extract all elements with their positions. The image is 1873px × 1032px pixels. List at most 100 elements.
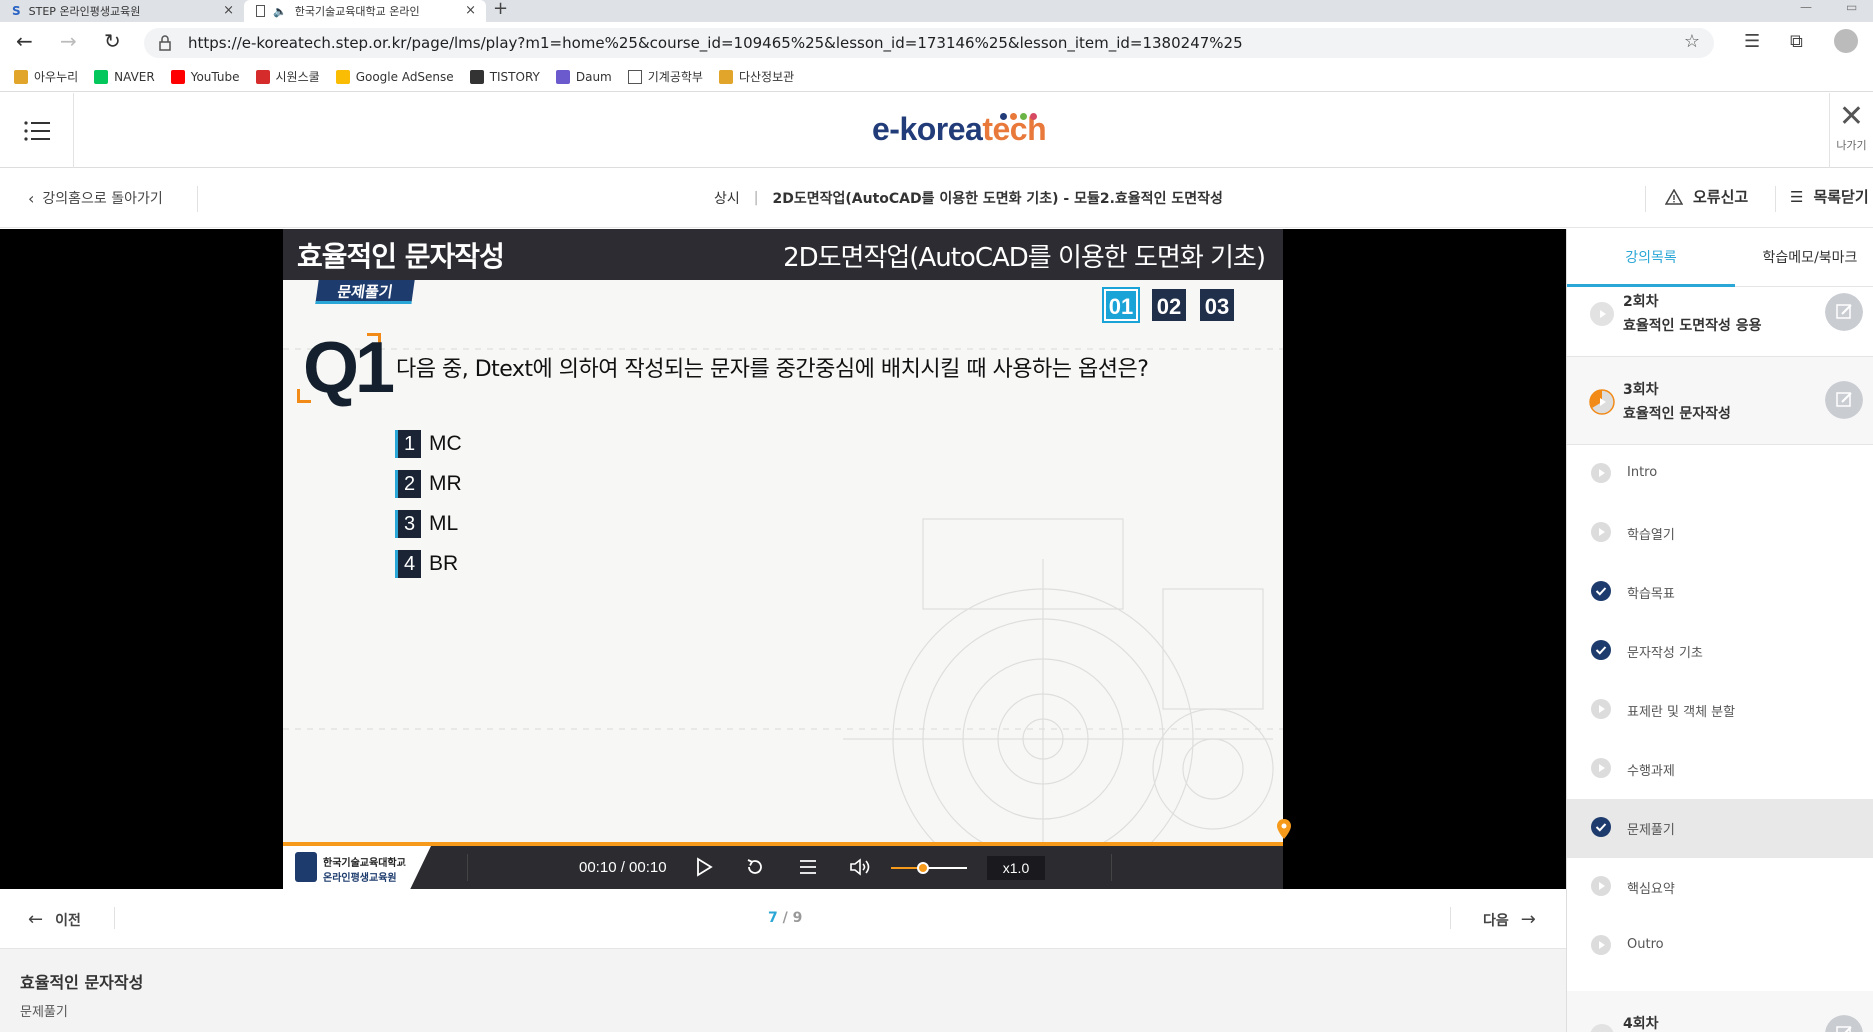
new-tab-button[interactable]: + <box>493 0 508 18</box>
volume-icon[interactable] <box>849 857 873 877</box>
answer-option[interactable]: 2 MR <box>395 469 462 499</box>
site-header: e-koreatech ✕ 나가기 <box>0 93 1873 168</box>
memo-edit-icon[interactable] <box>1825 1015 1863 1032</box>
memo-edit-icon[interactable] <box>1825 381 1863 419</box>
bookmark-item[interactable]: YouTube <box>170 69 240 84</box>
progress-marker-icon[interactable] <box>1277 819 1291 839</box>
bookmark-item[interactable]: 다산정보관 <box>718 68 795 85</box>
bookmark-item[interactable]: 시원스쿨 <box>255 68 320 85</box>
sidebar-item-label: 학습열기 <box>1627 528 1675 543</box>
report-error-button[interactable]: 오류신고 <box>1665 186 1748 207</box>
sidebar-item-label: 문제풀기 <box>1627 823 1675 838</box>
maximize-icon[interactable]: ▭ <box>1846 0 1857 14</box>
answer-option[interactable]: 3 ML <box>395 509 462 539</box>
play-circle-icon <box>1591 758 1611 778</box>
minimize-icon[interactable]: — <box>1800 0 1812 14</box>
browser-tab-koreatech[interactable]: 🔈 한국기술교육대학교 온라인 × <box>244 0 486 22</box>
collections-icon[interactable]: ⧉ <box>1790 31 1803 52</box>
video-frame[interactable]: 효율적인 문자작성 2D도면작업(AutoCAD를 이용한 도면화 기초) 문제… <box>283 229 1283 889</box>
browser-tab-step[interactable]: S STEP 온라인평생교육원 × <box>0 0 244 22</box>
play-icon[interactable] <box>695 857 713 877</box>
divider <box>1450 907 1451 929</box>
sidebar-chapter[interactable]: 4회차도면층 및 출력 <box>1567 991 1873 1032</box>
next-label: 다음 <box>1483 912 1509 929</box>
brand-line-1: 한국기술교육대학교 <box>323 858 406 869</box>
question-tab-01[interactable]: 01 <box>1102 287 1140 323</box>
forward-arrow-icon[interactable]: → <box>60 31 77 51</box>
exit-button[interactable]: ✕ 나가기 <box>1829 93 1873 168</box>
bookmark-label: 다산정보관 <box>738 70 795 84</box>
question-tab-03[interactable]: 03 <box>1200 289 1234 321</box>
university-emblem-icon <box>295 852 317 882</box>
check-circle-icon <box>1591 640 1611 660</box>
back-arrow-icon[interactable]: ← <box>16 31 33 51</box>
bookmark-item[interactable]: Google AdSense <box>335 69 454 84</box>
reload-icon[interactable]: ↻ <box>104 31 121 51</box>
volume-slider[interactable] <box>891 862 967 874</box>
sidebar-item[interactable]: 표제란 및 객체 분할 <box>1567 681 1873 740</box>
favorites-icon[interactable]: ☰ <box>1744 31 1760 52</box>
question-tab-02[interactable]: 02 <box>1152 289 1186 321</box>
bookmark-item[interactable]: 아우누리 <box>14 68 78 85</box>
answer-option[interactable]: 4 BR <box>395 549 462 579</box>
breadcrumb-category: 상시 <box>714 191 740 207</box>
play-circle-icon <box>1591 522 1611 542</box>
answer-options: 1 MC 2 MR 3 ML 4 BR <box>395 429 462 589</box>
playback-speed-button[interactable]: x1.0 <box>987 856 1045 880</box>
bookmark-star-icon[interactable]: ☆ <box>1684 31 1700 52</box>
sidebar-item-label: 학습목표 <box>1627 587 1675 602</box>
close-list-button[interactable]: ☰ 목록닫기 <box>1790 186 1869 207</box>
profile-avatar[interactable] <box>1834 29 1858 53</box>
replay-icon[interactable] <box>745 857 765 877</box>
lesson-pagination: ← 이전 7 / 9 다음 → <box>0 889 1566 949</box>
tistory-icon <box>469 69 484 84</box>
sidebar-item[interactable]: Outro <box>1567 917 1873 976</box>
answer-option[interactable]: 1 MC <box>395 429 462 459</box>
sidebar-item[interactable]: 수행과제 <box>1567 740 1873 799</box>
play-circle-icon <box>1591 876 1611 896</box>
sidebar-item[interactable]: 문자작성 기초 <box>1567 622 1873 681</box>
logo-dots <box>1000 113 1037 120</box>
brand-line-2: 온라인평생교육원 <box>323 873 397 884</box>
sidebar-chapter[interactable]: 2회차 효율적인 도면작성 응용 <box>1567 269 1873 357</box>
divider <box>1111 854 1112 881</box>
question-number-tabs: 01 02 03 <box>1102 287 1234 323</box>
url-field[interactable]: https://e-koreatech.step.or.kr/page/lms/… <box>144 28 1714 58</box>
prev-button[interactable]: ← 이전 <box>28 909 81 930</box>
tab-close-icon[interactable]: × <box>465 3 476 18</box>
close-icon: ✕ <box>1838 99 1865 134</box>
sidebar-item[interactable]: 문제풀기 <box>1567 799 1873 858</box>
menu-button[interactable] <box>0 93 74 168</box>
question-mark: Q1 <box>297 328 395 411</box>
memo-edit-icon[interactable] <box>1825 293 1863 331</box>
player-controls: 한국기술교육대학교 온라인평생교육원 00:10 / 00:10 x1.0 <box>283 846 1283 889</box>
bookmark-item[interactable]: Daum <box>555 69 612 84</box>
back-to-course-link[interactable]: ‹ 강의홈으로 돌아가기 <box>28 188 163 208</box>
logo-dot <box>1000 113 1007 120</box>
bookmark-item[interactable]: TISTORY <box>469 69 540 84</box>
bookmark-item[interactable]: NAVER <box>94 69 155 84</box>
download-icon[interactable] <box>397 857 417 877</box>
divider <box>1645 186 1646 212</box>
chapter-list-icon[interactable] <box>798 857 818 877</box>
breadcrumb-separator: | <box>753 190 759 206</box>
playback-time: 00:10 / 00:10 <box>579 859 667 876</box>
option-number: 4 <box>395 550 421 578</box>
sidebar-chapter[interactable]: 3회차 효율적인 문자작성 <box>1567 357 1873 445</box>
sidebar-item[interactable]: 학습목표 <box>1567 563 1873 622</box>
sidebar-item[interactable]: 학습열기 <box>1567 504 1873 563</box>
tab-close-icon[interactable]: × <box>223 3 234 18</box>
audio-playing-icon[interactable]: 🔈 <box>273 5 287 18</box>
bookmark-item[interactable]: 기계공학부 <box>627 68 703 85</box>
siwon-icon <box>255 69 270 84</box>
daum-icon <box>555 69 570 84</box>
divider <box>197 186 198 212</box>
exit-label: 나가기 <box>1836 139 1867 152</box>
next-button[interactable]: 다음 → <box>1483 909 1536 930</box>
address-bar-row: ← → ↻ https://e-koreatech.step.or.kr/pag… <box>0 22 1873 62</box>
bookmark-label: 시원스쿨 <box>275 70 320 84</box>
volume-knob[interactable] <box>916 862 929 874</box>
sidebar-item[interactable]: Intro <box>1567 445 1873 504</box>
sidebar-item[interactable]: 핵심요약 <box>1567 858 1873 917</box>
chapter-number: 2회차 <box>1623 294 1659 310</box>
